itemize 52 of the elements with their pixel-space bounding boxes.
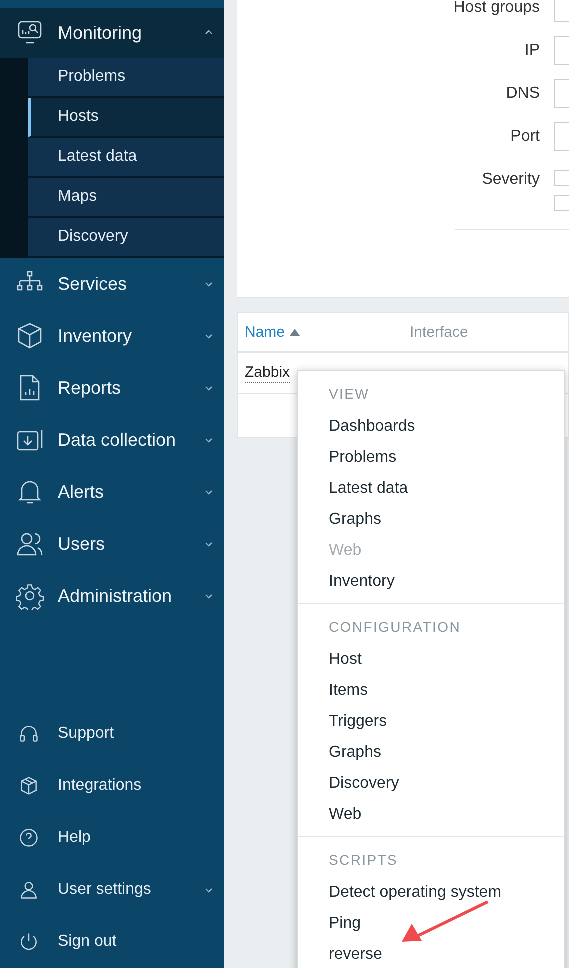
user-icon: [18, 879, 40, 901]
menu-item[interactable]: Web: [298, 799, 564, 830]
section-heading: CONFIGURATION: [328, 618, 462, 637]
submenu-item[interactable]: Latest data: [28, 138, 224, 178]
footer-item[interactable]: User settings: [0, 864, 224, 916]
menu-item[interactable]: Latest data: [298, 473, 564, 504]
menu-item[interactable]: Inventory: [298, 566, 564, 597]
nav-item[interactable]: Administration: [0, 570, 224, 622]
nav-item[interactable]: Services: [0, 258, 224, 310]
menu-item[interactable]: Graphs: [298, 504, 564, 535]
footer-item[interactable]: Help: [0, 812, 224, 864]
column-header[interactable]: Name: [238, 324, 403, 340]
cube-icon: [18, 775, 40, 797]
checkbox[interactable]: [554, 195, 569, 211]
footer-item[interactable]: Sign out: [0, 916, 224, 968]
field-label: IP: [524, 41, 540, 61]
settings-icon: [16, 582, 44, 610]
field-label: Port: [510, 127, 540, 147]
section-heading: VIEW: [328, 385, 371, 404]
menu-item[interactable]: Host: [298, 644, 564, 675]
field-label: DNS: [506, 84, 540, 104]
headset-icon: [18, 723, 40, 745]
menu-item[interactable]: Graphs: [298, 737, 564, 768]
help-icon: [18, 827, 40, 849]
menu-item[interactable]: Discovery: [298, 768, 564, 799]
field-label: Severity: [482, 170, 540, 190]
menu-item[interactable]: Items: [298, 675, 564, 706]
footer-item[interactable]: Support: [0, 708, 224, 760]
submenu-item[interactable]: Problems: [28, 58, 224, 98]
submenu-item[interactable]: Discovery: [28, 218, 224, 258]
sort-icon: [290, 328, 300, 336]
host-link[interactable]: Zabbix: [245, 364, 290, 382]
field-label: Host groups: [454, 0, 540, 18]
nav-item[interactable]: Alerts: [0, 466, 224, 518]
menu-item[interactable]: Problems: [298, 442, 564, 473]
nav-item[interactable]: Reports: [0, 362, 224, 414]
menu-item[interactable]: Dashboards: [298, 411, 564, 442]
menu-item[interactable]: Triggers: [298, 706, 564, 737]
submenu-item[interactable]: Hosts: [28, 98, 224, 138]
menu-item[interactable]: Ping: [298, 908, 564, 939]
footer-item[interactable]: Integrations: [0, 760, 224, 812]
submenu-item[interactable]: Maps: [28, 178, 224, 218]
nav-item[interactable]: Monitoring: [0, 8, 224, 58]
cube-icon: [16, 322, 44, 350]
nav-item[interactable]: Data collection: [0, 414, 224, 466]
menu-item[interactable]: reverse: [298, 939, 564, 968]
menu-item[interactable]: Detect operating system: [298, 877, 564, 908]
power-icon: [18, 931, 40, 953]
checkbox[interactable]: [554, 170, 569, 186]
nav-item[interactable]: Inventory: [0, 310, 224, 362]
nav-item[interactable]: Users: [0, 518, 224, 570]
section-heading: SCRIPTS: [328, 851, 400, 870]
